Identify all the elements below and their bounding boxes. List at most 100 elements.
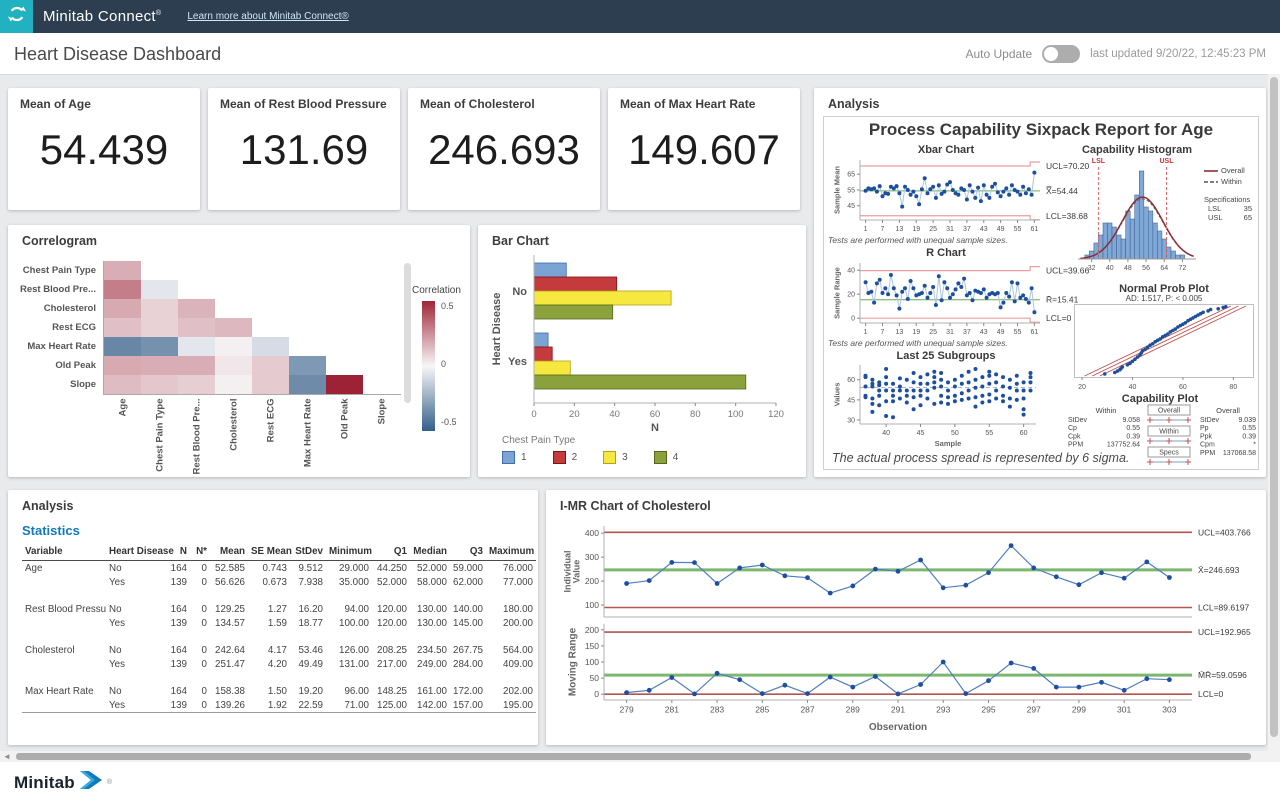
svg-text:55: 55 [1014,226,1022,233]
corr-cell[interactable] [215,375,252,394]
panel-scrollbar[interactable] [404,263,411,403]
svg-text:32: 32 [1088,265,1096,272]
svg-text:45: 45 [847,397,855,404]
corr-cell[interactable] [104,261,141,280]
svg-text:0.55: 0.55 [1126,425,1140,432]
vertical-scrollbar[interactable] [1268,74,1280,751]
corr-cell[interactable] [252,375,289,394]
vertical-scrollbar-thumb[interactable] [1270,77,1278,737]
corr-cell[interactable] [178,337,215,356]
svg-text:55: 55 [985,430,993,437]
svg-text:19: 19 [912,226,920,233]
capability-plot: WithinStDev9.058Cp0.55Cpk0.39PPM137752.6… [1060,404,1256,473]
corr-cell[interactable] [178,318,215,337]
corr-col-label: Cholesterol [228,398,239,476]
svg-text:Within: Within [1096,406,1117,415]
svg-text:UCL=192.965: UCL=192.965 [1198,627,1251,637]
last-updated-text: last updated 9/20/22, 12:45:23 PM [1090,48,1266,60]
svg-text:65: 65 [847,172,855,179]
corr-cell[interactable] [178,299,215,318]
svg-text:50: 50 [590,673,600,683]
horizontal-scrollbar-thumb[interactable] [16,753,1251,760]
svg-text:48: 48 [1124,265,1132,272]
column-header: Q1 [372,544,410,561]
corr-cell[interactable] [215,318,252,337]
corr-cell[interactable] [104,299,141,318]
kpi-value: 149.607 [608,126,800,174]
svg-text:300: 300 [585,552,599,562]
svg-text:72: 72 [1178,265,1186,272]
bar-chart-panel: Bar Chart NoYes020406080100120NHeart Dis… [478,225,806,477]
corr-cell[interactable] [104,337,141,356]
legend-item-chest-pain-2: 2 [553,451,578,464]
dashboard-header: Heart Disease Dashboard Auto Update last… [0,33,1280,75]
svg-text:303: 303 [1162,705,1176,715]
svg-text:43: 43 [980,226,988,233]
minitab-footer-logo[interactable]: Minitab ® [14,771,112,794]
corr-cell[interactable] [289,375,326,394]
corr-cell[interactable] [141,299,178,318]
corr-col-label: Age [117,398,128,476]
svg-text:297: 297 [1027,705,1041,715]
corr-col-label: Max Heart Rate [302,398,313,476]
statistics-table: VariableHeart DiseaseNN*MeanSE MeanStDev… [22,544,524,713]
svg-text:13: 13 [895,226,903,233]
auto-update-toggle[interactable] [1042,45,1080,63]
sync-icon [6,3,28,30]
corr-cell[interactable] [215,356,252,375]
svg-text:Observation: Observation [869,722,927,732]
svg-text:45: 45 [847,203,855,210]
corr-cell[interactable] [326,375,363,394]
corr-cell[interactable] [104,375,141,394]
scroll-left-arrow-icon[interactable]: ◄ [3,752,11,761]
svg-text:0.39: 0.39 [1126,433,1140,440]
corr-cell[interactable] [141,280,178,299]
svg-text:StDev: StDev [1068,417,1088,424]
legend-item-chest-pain-1: 1 [502,451,527,464]
kpi-card-mean-cholesterol: Mean of Cholesterol 246.693 [408,88,600,210]
normal-prob-plot: 20406080 [1074,304,1254,403]
corr-cell[interactable] [104,318,141,337]
svg-text:400: 400 [585,528,599,538]
last25-subgroups-chart: 3045604045505560ValuesSample [828,360,1042,453]
corr-cell[interactable] [141,356,178,375]
corr-cell[interactable] [178,375,215,394]
table-row: Max Heart RateNo1640158.381.5019.2096.00… [22,684,536,698]
svg-text:45: 45 [917,430,925,437]
corr-cell[interactable] [141,337,178,356]
corr-cell[interactable] [215,337,252,356]
corr-cell[interactable] [289,356,326,375]
svg-text:285: 285 [755,705,769,715]
legend-tick: 0 [441,359,446,369]
kpi-title: Mean of Rest Blood Pressure [220,97,387,111]
xbar-chart: 45556517131925313743495561UCL=70.20X̿=54… [828,155,1096,238]
kpi-card-mean-rest-blood-pressure: Mean of Rest Blood Pressure 131.69 [208,88,400,210]
corr-cell[interactable] [141,318,178,337]
corr-cell[interactable] [104,280,141,299]
corr-cell[interactable] [141,375,178,394]
corr-col-label: Rest Blood Pre... [191,398,202,476]
svg-text:291: 291 [891,705,905,715]
svg-text:80: 80 [1229,384,1237,391]
horizontal-scrollbar[interactable]: ◄ [0,751,1280,762]
svg-text:43: 43 [980,329,988,336]
svg-text:1: 1 [864,329,868,336]
brand-title: Minitab Connect® [43,8,161,25]
correlogram-heatmap: Chest Pain TypeRest Blood Pre...Choleste… [8,225,470,477]
corr-row-label: Rest ECG [8,318,96,337]
svg-text:*: * [1253,442,1256,449]
corr-cell[interactable] [178,356,215,375]
corr-cell[interactable] [252,337,289,356]
corr-cell[interactable] [252,356,289,375]
corr-cell[interactable] [104,356,141,375]
corr-col-label: Rest ECG [265,398,276,476]
svg-text:150: 150 [585,641,599,651]
imr-chart-panel: I-MR Chart of Cholesterol 100200300400UC… [546,490,1266,745]
svg-text:40: 40 [1129,384,1137,391]
svg-text:137068.58: 137068.58 [1223,450,1256,457]
minitab-connect-logo[interactable] [0,0,33,33]
svg-text:USL: USL [1160,158,1175,165]
svg-text:0: 0 [594,689,599,699]
panel-title: Analysis [828,97,879,111]
learn-more-link[interactable]: Learn more about Minitab Connect® [187,11,348,22]
